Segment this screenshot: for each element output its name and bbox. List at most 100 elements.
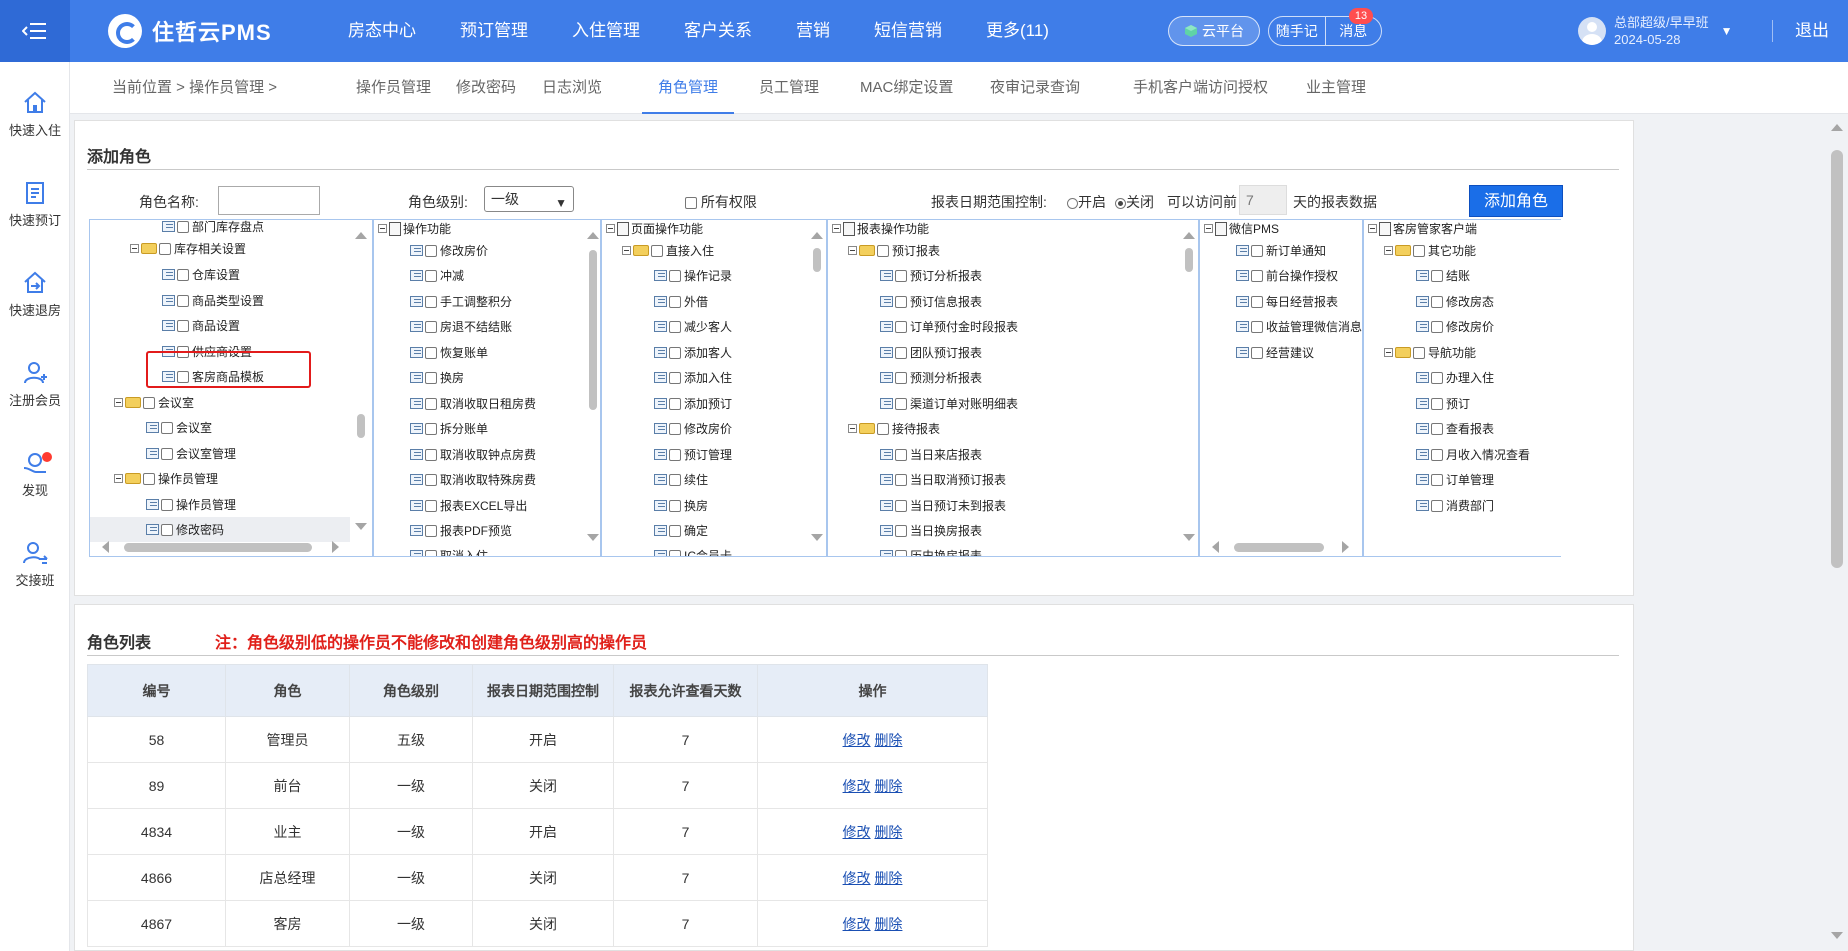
tree-node[interactable]: 取消收取日租房费 (410, 391, 536, 416)
tree-node[interactable]: 添加入住 (654, 365, 732, 390)
tab-staff-management[interactable]: 员工管理 (743, 62, 835, 114)
tree-node[interactable]: 拆分账单 (410, 416, 488, 441)
tree-node[interactable]: 结账 (1416, 263, 1470, 288)
sidebar-item-quick-checkin[interactable]: 快速入住 (0, 90, 70, 139)
tab-operator-management[interactable]: 操作员管理 (340, 62, 447, 114)
scroll-left-icon[interactable] (102, 541, 109, 553)
tree-node[interactable]: 商品类型设置 (162, 288, 264, 313)
tree-node[interactable]: 历史换房报表 (880, 543, 982, 556)
tree-node[interactable]: 仓库设置 (162, 262, 240, 287)
delete-link[interactable]: 删除 (874, 778, 902, 794)
tree-node[interactable]: 报表EXCEL导出 (410, 493, 527, 518)
tree-node[interactable]: 订单预付金时段报表 (880, 314, 1018, 339)
tree-node[interactable]: 会议室 (146, 415, 212, 440)
tree-node[interactable]: 渠道订单对账明细表 (880, 391, 1018, 416)
tree-node[interactable]: 订单管理 (1416, 467, 1494, 492)
all-permissions-option[interactable]: 所有权限 (685, 192, 757, 212)
tree-node[interactable]: 操作记录 (654, 263, 732, 288)
sidebar-item-quick-checkout[interactable]: 快速退房 (0, 270, 70, 319)
nav-marketing[interactable]: 营销 (774, 0, 852, 62)
date-control-on-option[interactable]: 开启 (1067, 192, 1106, 212)
page-scroll-thumb[interactable] (1831, 150, 1843, 568)
scroll-right-icon[interactable] (1342, 541, 1349, 553)
tree-node[interactable]: 预测分析报表 (880, 365, 982, 390)
delete-link[interactable]: 删除 (874, 870, 902, 886)
tree-hscrollbar[interactable] (1200, 538, 1362, 556)
tab-role-management[interactable]: 角色管理 (642, 62, 735, 114)
tree-vscrollbar[interactable] (808, 220, 826, 541)
tree-node[interactable]: 换房 (654, 493, 708, 518)
report-days-input[interactable]: 7 (1239, 185, 1287, 215)
user-menu[interactable]: 总部超级/早早班 2024-05-28 ▼ (1578, 14, 1733, 48)
tree-node[interactable]: 减少客人 (654, 314, 732, 339)
tree-node[interactable]: 恢复账单 (410, 340, 488, 365)
tree-node[interactable]: 其它功能 (1384, 238, 1476, 263)
nav-room-status[interactable]: 房态中心 (326, 0, 438, 62)
tree-node[interactable]: 当日取消预订报表 (880, 467, 1006, 492)
tree-node[interactable]: 收益管理微信消息 (1236, 314, 1362, 339)
page-scrollbar[interactable] (1828, 122, 1846, 942)
tree-node[interactable]: 新订单通知 (1236, 238, 1326, 263)
tab-log-browse[interactable]: 日志浏览 (526, 62, 618, 114)
tree-node[interactable]: 库存相关设置 (130, 236, 246, 261)
tree-node[interactable]: 取消收取特殊房费 (410, 467, 536, 492)
tree-node[interactable]: 续住 (654, 467, 708, 492)
role-name-input[interactable] (218, 186, 320, 215)
menu-toggle-icon[interactable] (0, 0, 70, 62)
sidebar-item-register-member[interactable]: 注册会员 (0, 360, 70, 409)
tree-node[interactable]: 会议室管理 (146, 441, 236, 466)
sidebar-item-shift-handover[interactable]: 交接班 (0, 540, 70, 589)
tab-night-audit-query[interactable]: 夜审记录查询 (974, 62, 1096, 114)
tab-owner-management[interactable]: 业主管理 (1290, 62, 1382, 114)
tree-vscrollbar[interactable] (1180, 220, 1198, 541)
edit-link[interactable]: 修改 (843, 732, 871, 748)
nav-sms[interactable]: 短信营销 (852, 0, 964, 62)
scroll-right-icon[interactable] (332, 541, 339, 553)
delete-link[interactable]: 删除 (874, 732, 902, 748)
nav-more[interactable]: 更多(11) (964, 0, 1071, 62)
tree-node[interactable]: 操作员管理 (146, 492, 236, 517)
scroll-up-icon[interactable] (1183, 232, 1195, 239)
add-role-button[interactable]: 添加角色 (1469, 185, 1563, 217)
tree-node[interactable]: 修改房价 (1416, 314, 1494, 339)
scroll-down-icon[interactable] (1831, 932, 1843, 939)
date-control-off-option[interactable]: 关闭 (1115, 192, 1154, 212)
logout-button[interactable]: 退出 (1795, 0, 1829, 62)
scroll-thumb[interactable] (813, 248, 821, 272)
tree-node[interactable]: 消费部门 (1416, 493, 1494, 518)
scroll-left-icon[interactable] (1212, 541, 1219, 553)
edit-link[interactable]: 修改 (843, 870, 871, 886)
tree-vscrollbar[interactable] (584, 220, 600, 541)
tree-node[interactable]: 房退不结结账 (410, 314, 512, 339)
tree-node[interactable]: 取消收取钟点房费 (410, 442, 536, 467)
tree-node[interactable]: 修改房态 (1416, 289, 1494, 314)
scroll-thumb[interactable] (1234, 543, 1324, 552)
role-level-select[interactable]: 一级 ▼ (484, 186, 574, 212)
nav-crm[interactable]: 客户关系 (662, 0, 774, 62)
tree-hscrollbar[interactable] (90, 538, 352, 556)
tree-node[interactable]: 直接入住 (622, 238, 714, 263)
scroll-thumb[interactable] (357, 414, 365, 438)
scroll-down-icon[interactable] (811, 534, 823, 541)
tree-node[interactable]: 预订分析报表 (880, 263, 982, 288)
sidebar-item-quick-booking[interactable]: 快速预订 (0, 180, 70, 229)
scroll-up-icon[interactable] (811, 232, 823, 239)
tree-node[interactable]: 会议室 (114, 390, 194, 415)
scroll-thumb[interactable] (124, 543, 312, 552)
delete-link[interactable]: 删除 (874, 916, 902, 932)
tree-node[interactable]: 添加客人 (654, 340, 732, 365)
tree-node[interactable]: 当日预订未到报表 (880, 493, 1006, 518)
scroll-down-icon[interactable] (355, 523, 367, 530)
tree-node[interactable]: 预订信息报表 (880, 289, 982, 314)
tree-node[interactable]: 手工调整积分 (410, 289, 512, 314)
tree-node[interactable]: 每日经营报表 (1236, 289, 1338, 314)
tree-node[interactable]: 取消入住 (410, 543, 488, 556)
edit-link[interactable]: 修改 (843, 824, 871, 840)
all-permissions-checkbox[interactable] (685, 197, 697, 210)
scroll-thumb[interactable] (1185, 248, 1193, 272)
tab-change-password[interactable]: 修改密码 (440, 62, 532, 114)
tree-node[interactable]: 接待报表 (848, 416, 940, 441)
memo-button[interactable]: 随手记 (1269, 17, 1325, 45)
scroll-up-icon[interactable] (587, 232, 599, 239)
tree-node[interactable]: IC会员卡 (654, 543, 732, 556)
